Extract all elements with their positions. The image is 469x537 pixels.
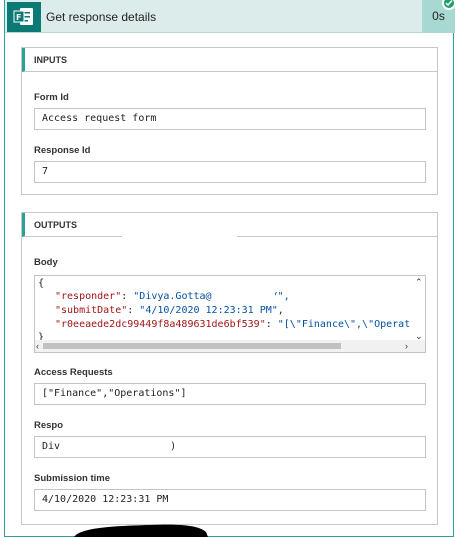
- access-requests-label: Access Requests: [34, 367, 113, 378]
- action-title: Get response details: [46, 10, 157, 24]
- scroll-left-icon[interactable]: ‹: [36, 341, 39, 351]
- json-key: "responder": [55, 291, 122, 302]
- scroll-up-icon[interactable]: ⌃: [415, 277, 423, 287]
- outputs-section: OUTPUTS Body { "responder": "Divya.Gotta…: [21, 212, 438, 525]
- json-value: "4/10/2020 12:23:31 PM": [139, 305, 278, 316]
- scroll-right-icon[interactable]: ›: [405, 341, 408, 351]
- forms-app-icon: F: [7, 2, 41, 32]
- body-json-viewer[interactable]: { "responder": "Divya.Gotta@/", "submitD…: [34, 275, 426, 353]
- response-id-field[interactable]: 7: [34, 161, 426, 183]
- responder-value-tail: ): [170, 441, 177, 452]
- action-header[interactable]: F Get response details 0s: [5, 0, 455, 33]
- inputs-section: INPUTS Form Id Access request form Respo…: [21, 47, 438, 195]
- responder-value: Div: [42, 441, 61, 452]
- responder-label: Respo: [34, 420, 64, 431]
- horizontal-scrollbar[interactable]: ‹ ›: [35, 340, 425, 352]
- json-key: "submitDate": [55, 305, 128, 316]
- redaction: [170, 276, 285, 289]
- horizontal-scroll-thumb[interactable]: [43, 343, 341, 349]
- inputs-header: INPUTS: [22, 48, 437, 72]
- submission-time-label: Submission time: [34, 473, 111, 484]
- redaction: [122, 225, 237, 245]
- svg-text:F: F: [16, 13, 21, 22]
- access-requests-field[interactable]: ["Finance","Operations"]: [34, 383, 426, 405]
- form-id-field[interactable]: Access request form: [34, 108, 426, 130]
- json-value: "[\"Finance\",\"Operat: [277, 319, 411, 330]
- form-id-label: Form Id: [34, 92, 69, 103]
- json-line-submitdate: "submitDate": "4/10/2020 12:23:31 PM",: [55, 305, 284, 316]
- json-key: "r0eeaede2dc99449f8a489631de6bf539": [55, 319, 266, 330]
- vertical-scrollbar[interactable]: ⌃ ⌄: [412, 276, 425, 342]
- redaction-blot: [74, 524, 208, 537]
- action-card: F Get response details 0s INPUTS Form Id…: [4, 0, 455, 537]
- responder-field[interactable]: Div): [34, 436, 426, 458]
- json-open-brace: {: [38, 278, 45, 289]
- response-id-label: Response Id: [34, 145, 91, 156]
- redaction: [215, 290, 275, 303]
- submission-time-field[interactable]: 4/10/2020 12:23:31 PM: [34, 489, 426, 511]
- body-label: Body: [34, 257, 58, 268]
- json-value: "Divya.Gotta@: [133, 291, 212, 302]
- json-line-question: "r0eeaede2dc99449f8a489631de6bf539": "[\…: [55, 319, 411, 330]
